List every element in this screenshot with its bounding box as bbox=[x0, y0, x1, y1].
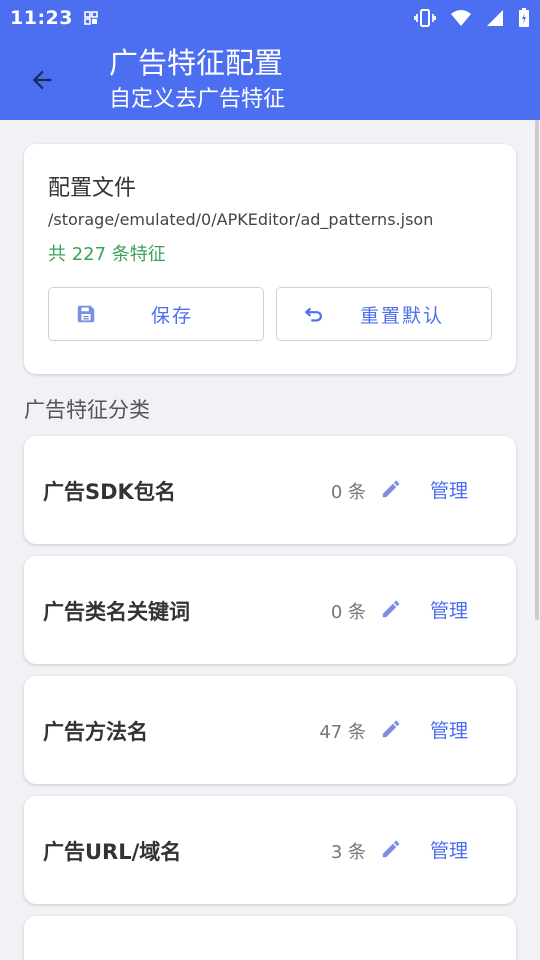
app-notification-icon bbox=[84, 11, 98, 25]
status-icons bbox=[414, 8, 530, 28]
category-count: 0 条 bbox=[330, 602, 366, 623]
page-subtitle: 自定义去广告特征 bbox=[109, 87, 286, 112]
save-button-label: 保存 bbox=[150, 304, 193, 327]
category-name: 广告类名关键词 bbox=[43, 600, 190, 624]
category-name: 广告SDK包名 bbox=[43, 480, 176, 504]
edit-icon[interactable] bbox=[380, 838, 402, 860]
config-path: /storage/emulated/0/APKEditor/ad_pattern… bbox=[48, 210, 434, 229]
manage-button[interactable]: 管理 bbox=[430, 836, 468, 863]
category-name: 广告URL/域名 bbox=[43, 840, 182, 864]
category-count: 3 条 bbox=[330, 842, 366, 863]
category-card: 广告URL/域名 3 条 管理 bbox=[24, 796, 516, 904]
battery-icon bbox=[519, 8, 529, 27]
reset-default-button[interactable]: 重置默认 bbox=[276, 287, 492, 341]
config-title: 配置文件 bbox=[48, 176, 137, 201]
category-card: 广告方法名 47 条 管理 bbox=[24, 676, 516, 784]
page-title: 广告特征配置 bbox=[109, 46, 284, 80]
save-button[interactable]: 保存 bbox=[48, 287, 264, 341]
category-name: 广告方法名 bbox=[43, 720, 148, 744]
cell-signal-icon bbox=[487, 10, 503, 26]
category-card-partial bbox=[24, 916, 516, 960]
manage-button[interactable]: 管理 bbox=[430, 716, 468, 743]
category-count: 47 条 bbox=[319, 722, 366, 743]
section-title: 广告特征分类 bbox=[24, 398, 150, 422]
pattern-count: 共 227 条特征 bbox=[48, 244, 166, 265]
status-time: 11:23 bbox=[10, 7, 73, 29]
vibrate-icon bbox=[414, 9, 436, 27]
back-button[interactable] bbox=[22, 60, 62, 100]
edit-icon[interactable] bbox=[380, 478, 402, 500]
category-card: 广告类名关键词 0 条 管理 bbox=[24, 556, 516, 664]
arrow-back-icon bbox=[32, 70, 52, 90]
manage-button[interactable]: 管理 bbox=[430, 596, 468, 623]
edit-icon[interactable] bbox=[380, 598, 402, 620]
scrollbar[interactable] bbox=[535, 120, 539, 620]
wifi-icon bbox=[451, 10, 471, 26]
manage-button[interactable]: 管理 bbox=[430, 476, 468, 503]
config-file-card: 配置文件 /storage/emulated/0/APKEditor/ad_pa… bbox=[24, 144, 516, 374]
status-bar: 11:23 bbox=[0, 0, 540, 36]
category-card: 广告SDK包名 0 条 管理 bbox=[24, 436, 516, 544]
app-bar: 广告特征配置 自定义去广告特征 bbox=[0, 36, 540, 120]
edit-icon[interactable] bbox=[380, 718, 402, 740]
reset-button-label: 重置默认 bbox=[359, 304, 444, 327]
category-count: 0 条 bbox=[330, 482, 366, 503]
